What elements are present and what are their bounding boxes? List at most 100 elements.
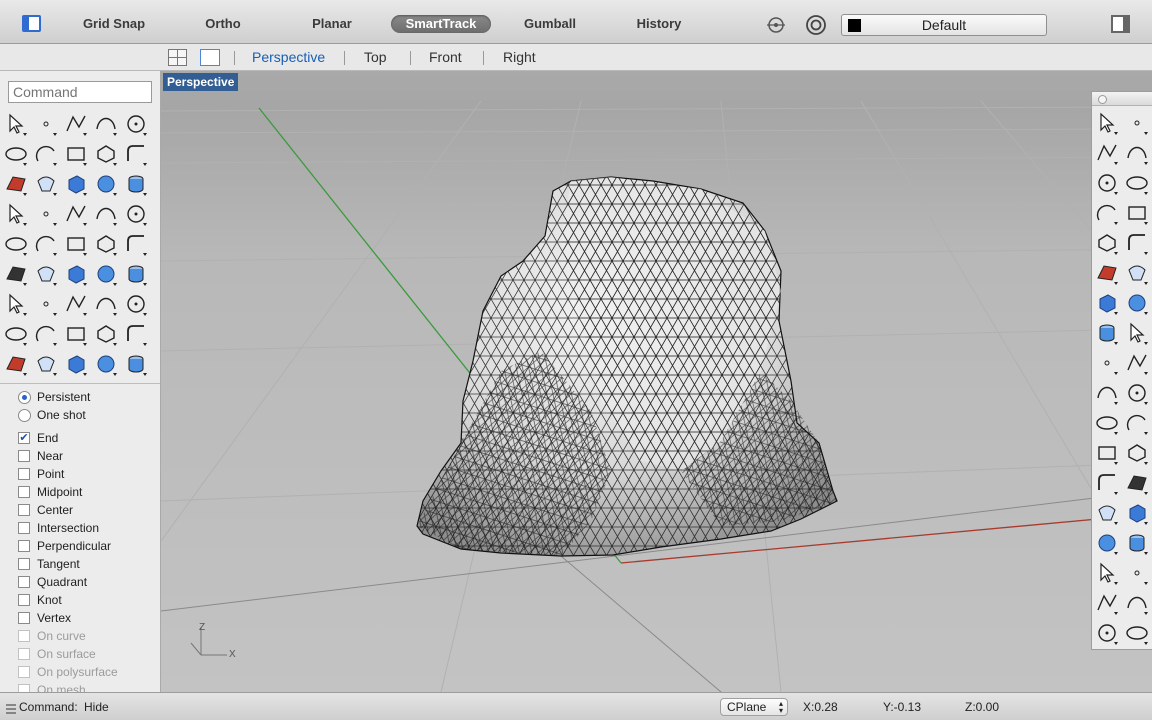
tab-top[interactable]: Top bbox=[364, 49, 387, 65]
osnap-item[interactable]: On curve bbox=[18, 627, 86, 645]
array-icon[interactable] bbox=[33, 261, 59, 287]
single-view-layout-icon[interactable] bbox=[200, 49, 220, 66]
circle-icon[interactable] bbox=[1094, 170, 1120, 196]
osnap-item[interactable]: Knot bbox=[18, 591, 62, 609]
osnap-item[interactable]: Intersection bbox=[18, 519, 99, 537]
box-icon[interactable] bbox=[63, 171, 89, 197]
box-icon[interactable] bbox=[1094, 290, 1120, 316]
analyze-icon[interactable] bbox=[63, 291, 89, 317]
sphere-icon[interactable] bbox=[93, 171, 119, 197]
planar-toggle[interactable]: Planar bbox=[300, 15, 364, 33]
gear-icon[interactable] bbox=[33, 201, 59, 227]
light-icon[interactable] bbox=[123, 351, 149, 377]
ellipse-icon[interactable] bbox=[1124, 170, 1150, 196]
mesh-icon[interactable] bbox=[3, 201, 29, 227]
transform-icon[interactable] bbox=[3, 261, 29, 287]
split-icon[interactable] bbox=[123, 201, 149, 227]
transform-icon[interactable] bbox=[1124, 470, 1150, 496]
array-icon[interactable] bbox=[1094, 500, 1120, 526]
edge-icon[interactable] bbox=[1094, 620, 1120, 646]
smarttrack-toggle[interactable]: SmartTrack bbox=[391, 15, 491, 33]
checkbox-icon[interactable] bbox=[18, 468, 30, 480]
render-icon[interactable] bbox=[63, 351, 89, 377]
osnap-item[interactable]: On polysurface bbox=[18, 663, 118, 681]
sweep-icon[interactable] bbox=[1124, 260, 1150, 286]
cylinder-icon[interactable] bbox=[1094, 320, 1120, 346]
osnap-persistent-radio[interactable]: Persistent bbox=[18, 388, 90, 406]
rotate-view-icon[interactable] bbox=[3, 351, 29, 377]
checkbox-icon[interactable] bbox=[18, 540, 30, 552]
zoom-selected-icon[interactable] bbox=[123, 321, 149, 347]
align-icon[interactable] bbox=[1124, 500, 1150, 526]
osnap-item[interactable]: ✔ End bbox=[18, 429, 58, 447]
fillet-icon[interactable] bbox=[123, 141, 149, 167]
project-icon[interactable] bbox=[93, 231, 119, 257]
zoom-extents-icon[interactable] bbox=[93, 321, 119, 347]
rectangle-icon[interactable] bbox=[63, 141, 89, 167]
four-view-layout-icon[interactable] bbox=[168, 49, 187, 66]
circle-icon[interactable] bbox=[123, 111, 149, 137]
arc-icon[interactable] bbox=[1094, 200, 1120, 226]
viewport-title[interactable]: Perspective bbox=[163, 73, 239, 91]
orient-icon[interactable] bbox=[93, 261, 119, 287]
group-icon[interactable] bbox=[1124, 410, 1150, 436]
fillet-icon[interactable] bbox=[1124, 230, 1150, 256]
polyline-icon[interactable] bbox=[1094, 140, 1120, 166]
polygon-icon[interactable] bbox=[93, 141, 119, 167]
edge-icon[interactable] bbox=[123, 291, 149, 317]
solid-edit-icon[interactable] bbox=[1124, 530, 1150, 556]
ortho-toggle[interactable]: Ortho bbox=[192, 15, 254, 33]
menu-lines-icon[interactable] bbox=[6, 702, 16, 714]
car-icon[interactable] bbox=[33, 351, 59, 377]
blend-icon[interactable] bbox=[63, 231, 89, 257]
checkbox-icon[interactable] bbox=[18, 558, 30, 570]
checkbox-icon[interactable] bbox=[18, 450, 30, 462]
project-icon[interactable] bbox=[1124, 440, 1150, 466]
osnap-item[interactable]: Near bbox=[18, 447, 63, 465]
gear-icon[interactable] bbox=[1094, 350, 1120, 376]
sweep-icon[interactable] bbox=[33, 171, 59, 197]
perspective-viewport[interactable]: Z X Perspective bbox=[161, 71, 1152, 692]
check-icon[interactable] bbox=[93, 291, 119, 317]
dimension-icon[interactable] bbox=[1124, 560, 1150, 586]
zoom-in-icon[interactable] bbox=[33, 321, 59, 347]
polygon-icon[interactable] bbox=[1094, 230, 1120, 256]
sidebar-toggle-icon[interactable] bbox=[22, 15, 41, 32]
blend-icon[interactable] bbox=[1094, 440, 1120, 466]
boolean-icon[interactable] bbox=[1094, 410, 1120, 436]
point-icon[interactable] bbox=[33, 111, 59, 137]
checkbox-icon[interactable] bbox=[18, 576, 30, 588]
trim-icon[interactable] bbox=[93, 201, 119, 227]
sphere-icon[interactable] bbox=[1124, 290, 1150, 316]
osnap-item[interactable]: Point bbox=[18, 465, 64, 483]
checkbox-icon[interactable] bbox=[18, 612, 30, 624]
select-icon[interactable] bbox=[1094, 110, 1120, 136]
floating-toolbar-titlebar[interactable] bbox=[1092, 92, 1152, 106]
osnap-item[interactable]: Center bbox=[18, 501, 73, 519]
curve-icon[interactable] bbox=[93, 111, 119, 137]
checkbox-checked-icon[interactable]: ✔ bbox=[18, 432, 30, 444]
explode-icon[interactable] bbox=[63, 201, 89, 227]
text-icon[interactable] bbox=[1094, 470, 1120, 496]
analyze-icon[interactable] bbox=[1094, 590, 1120, 616]
cplane-dropdown[interactable]: CPlane ▴ ▾ bbox=[720, 698, 788, 716]
align-icon[interactable] bbox=[63, 261, 89, 287]
checkbox-icon[interactable] bbox=[18, 630, 30, 642]
checkbox-icon[interactable] bbox=[18, 522, 30, 534]
osnap-oneshot-radio[interactable]: One shot bbox=[18, 406, 86, 424]
cylinder-icon[interactable] bbox=[123, 171, 149, 197]
osnap-item[interactable]: On surface bbox=[18, 645, 96, 663]
grid-icon[interactable] bbox=[3, 291, 29, 317]
check-icon[interactable] bbox=[1124, 590, 1150, 616]
checkbox-icon[interactable] bbox=[18, 504, 30, 516]
history-toggle[interactable]: History bbox=[626, 15, 692, 33]
osnap-item[interactable]: Tangent bbox=[18, 555, 80, 573]
solid-edit-icon[interactable] bbox=[123, 261, 149, 287]
tab-right[interactable]: Right bbox=[503, 49, 536, 65]
group-icon[interactable] bbox=[33, 231, 59, 257]
grid-icon[interactable] bbox=[1094, 560, 1120, 586]
record-icon[interactable] bbox=[805, 14, 827, 36]
curve-icon[interactable] bbox=[1124, 140, 1150, 166]
explode-icon[interactable] bbox=[1124, 350, 1150, 376]
trim-icon[interactable] bbox=[1094, 380, 1120, 406]
